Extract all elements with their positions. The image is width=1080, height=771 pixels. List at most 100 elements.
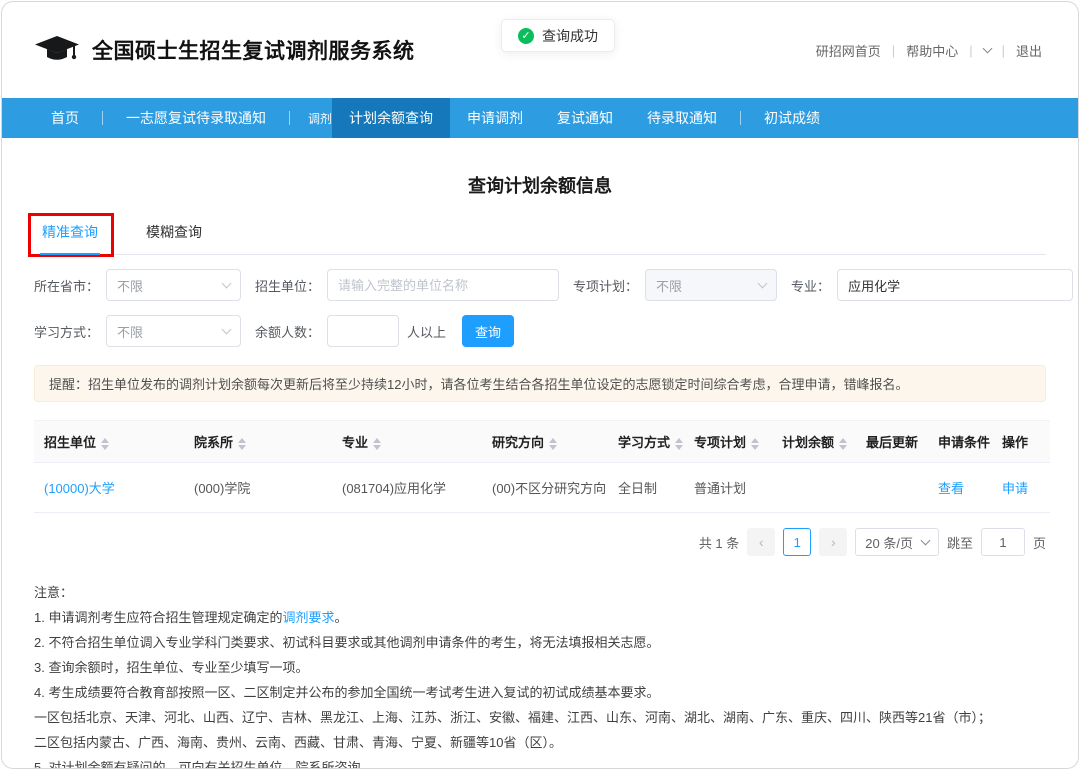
sort-icon[interactable] [549,438,557,450]
special-plan-label: 专项计划： [573,276,638,295]
success-check-icon: ✓ [518,28,534,44]
note-1-text: 1. 申请调剂考生应符合招生管理规定确定的 [34,610,282,625]
special-plan-select-value: 不限 [656,276,682,295]
sort-icon[interactable] [751,438,759,450]
study-mode-select[interactable]: 不限 [106,315,241,347]
col-header-unit[interactable]: 招生单位 [34,421,184,463]
apply-link[interactable]: 申请 [1002,481,1028,496]
nav-group-label-tiaoji: 调剂 [308,110,332,127]
graduation-cap-icon [34,35,80,66]
nav-divider [740,111,741,125]
divider: | [969,43,972,58]
tab-precise-query[interactable]: 精准查询 [40,222,100,254]
sort-icon[interactable] [675,438,683,450]
view-condition-link[interactable]: 查看 [938,481,964,496]
col-label: 院系所 [194,435,233,450]
page-number-1[interactable]: 1 [783,528,811,556]
col-header-major[interactable]: 专业 [332,421,482,463]
balance-count-input[interactable] [327,315,399,347]
nav-item-plan-balance-query[interactable]: 计划余额查询 [332,98,450,138]
col-header-special-plan[interactable]: 专项计划 [684,421,772,463]
toast-query-success: ✓ 查询成功 [501,19,615,52]
major-input[interactable] [837,269,1073,301]
nav-item-first-choice-notice[interactable]: 一志愿复试待录取通知 [109,98,283,138]
nav-item-admission-notice[interactable]: 待录取通知 [630,98,734,138]
note-4-zone2: 二区包括内蒙古、广西、海南、贵州、云南、西藏、甘肃、青海、宁夏、新疆等10省（区… [34,730,1046,755]
cell-major: (081704)应用化学 [332,463,482,513]
next-page-button[interactable]: › [819,528,847,556]
page-size-value: 20 条/页 [865,533,913,552]
col-label: 招生单位 [44,435,96,450]
col-label: 专业 [342,435,368,450]
search-button[interactable]: 查询 [462,315,514,347]
cell-department: (000)学院 [184,463,332,513]
col-header-plan-balance[interactable]: 计划余额 [772,421,856,463]
note-5: 5. 对计划余额有疑问的，可向有关招生单位、院系所咨询。 [34,755,1046,769]
unit-input[interactable] [327,269,559,301]
col-label: 研究方向 [492,435,544,450]
cell-study-mode: 全日制 [608,463,684,513]
province-label: 所在省市： [34,276,99,295]
notice-bar: 提醒：招生单位发布的调剂计划余额每次更新后将至少持续12小时，请各位考生结合各招… [34,365,1046,402]
sort-icon[interactable] [839,438,847,450]
table-row: (10000)大学 (000)学院 (081704)应用化学 (00)不区分研究… [34,463,1050,513]
field-unit: 招生单位： [255,269,559,301]
col-label: 专项计划 [694,435,746,450]
field-province: 所在省市： 不限 [34,269,241,301]
chevron-down-icon [758,279,768,289]
chevron-down-icon [222,279,232,289]
unit-link[interactable]: (10000)大学 [44,481,115,496]
col-header-apply-condition: 申请条件 [928,421,992,463]
total-count: 共 1 条 [699,533,739,552]
page-title: 查询计划余额信息 [2,172,1078,198]
pagination: 共 1 条 ‹ 1 › 20 条/页 跳至 页 [34,528,1046,556]
note-1: 1. 申请调剂考生应符合招生管理规定确定的调剂要求。 [34,605,1046,630]
filter-row-1: 所在省市： 不限 招生单位： 专项计划： 不限 专业： [34,269,1046,301]
page-unit-label: 页 [1033,533,1046,552]
nav-item-initial-score[interactable]: 初试成绩 [747,98,837,138]
sort-icon[interactable] [101,438,109,450]
adjustment-requirements-link[interactable]: 调剂要求 [282,610,334,625]
nav-item-home[interactable]: 首页 [34,98,96,138]
cell-plan-balance [772,463,856,513]
col-header-study-mode[interactable]: 学习方式 [608,421,684,463]
field-special-plan: 专项计划： 不限 [573,269,777,301]
sort-icon[interactable] [373,438,381,450]
study-mode-select-value: 不限 [117,322,143,341]
link-yanzhao-home[interactable]: 研招网首页 [816,41,881,60]
tab-fuzzy-query[interactable]: 模糊查询 [144,222,204,254]
unit-label: 招生单位： [255,276,320,295]
cell-direction: (00)不区分研究方向 [482,463,608,513]
link-logout[interactable]: 退出 [1016,41,1042,60]
divider: | [1002,43,1005,58]
col-label: 申请条件 [938,435,990,450]
cell-last-update [856,463,928,513]
user-dropdown-chevron-icon[interactable] [982,44,992,54]
col-header-last-update: 最后更新 [856,421,928,463]
note-4-zone1: 一区包括北京、天津、河北、山西、辽宁、吉林、黑龙江、上海、江苏、浙江、安徽、福建… [34,705,1046,730]
link-help-center[interactable]: 帮助中心 [906,41,958,60]
study-mode-label: 学习方式： [34,322,99,341]
tab-precise-label: 精准查询 [42,224,98,240]
filter-form: 所在省市： 不限 招生单位： 专项计划： 不限 专业： [34,269,1046,347]
jump-label: 跳至 [947,533,973,552]
province-select[interactable]: 不限 [106,269,241,301]
notes-section: 注意： 1. 申请调剂考生应符合招生管理规定确定的调剂要求。 2. 不符合招生单… [34,580,1046,769]
app-header: 全国硕士生招生复试调剂服务系统 ✓ 查询成功 研招网首页 | 帮助中心 | | … [2,2,1078,98]
page-size-select[interactable]: 20 条/页 [855,528,939,556]
brand: 全国硕士生招生复试调剂服务系统 [34,35,415,66]
jump-page-input[interactable] [981,528,1025,556]
col-header-direction[interactable]: 研究方向 [482,421,608,463]
toast-text: 查询成功 [542,26,598,46]
sort-icon[interactable] [238,438,246,450]
nav-item-apply-adjustment[interactable]: 申请调剂 [450,98,540,138]
col-label: 学习方式 [618,435,670,450]
nav-item-retest-notice[interactable]: 复试通知 [540,98,630,138]
special-plan-select[interactable]: 不限 [645,269,777,301]
province-select-value: 不限 [117,276,143,295]
note-1-suffix: 。 [334,610,347,625]
col-header-department[interactable]: 院系所 [184,421,332,463]
prev-page-button[interactable]: ‹ [747,528,775,556]
major-label: 专业： [791,276,830,295]
app-window: 全国硕士生招生复试调剂服务系统 ✓ 查询成功 研招网首页 | 帮助中心 | | … [1,1,1079,769]
